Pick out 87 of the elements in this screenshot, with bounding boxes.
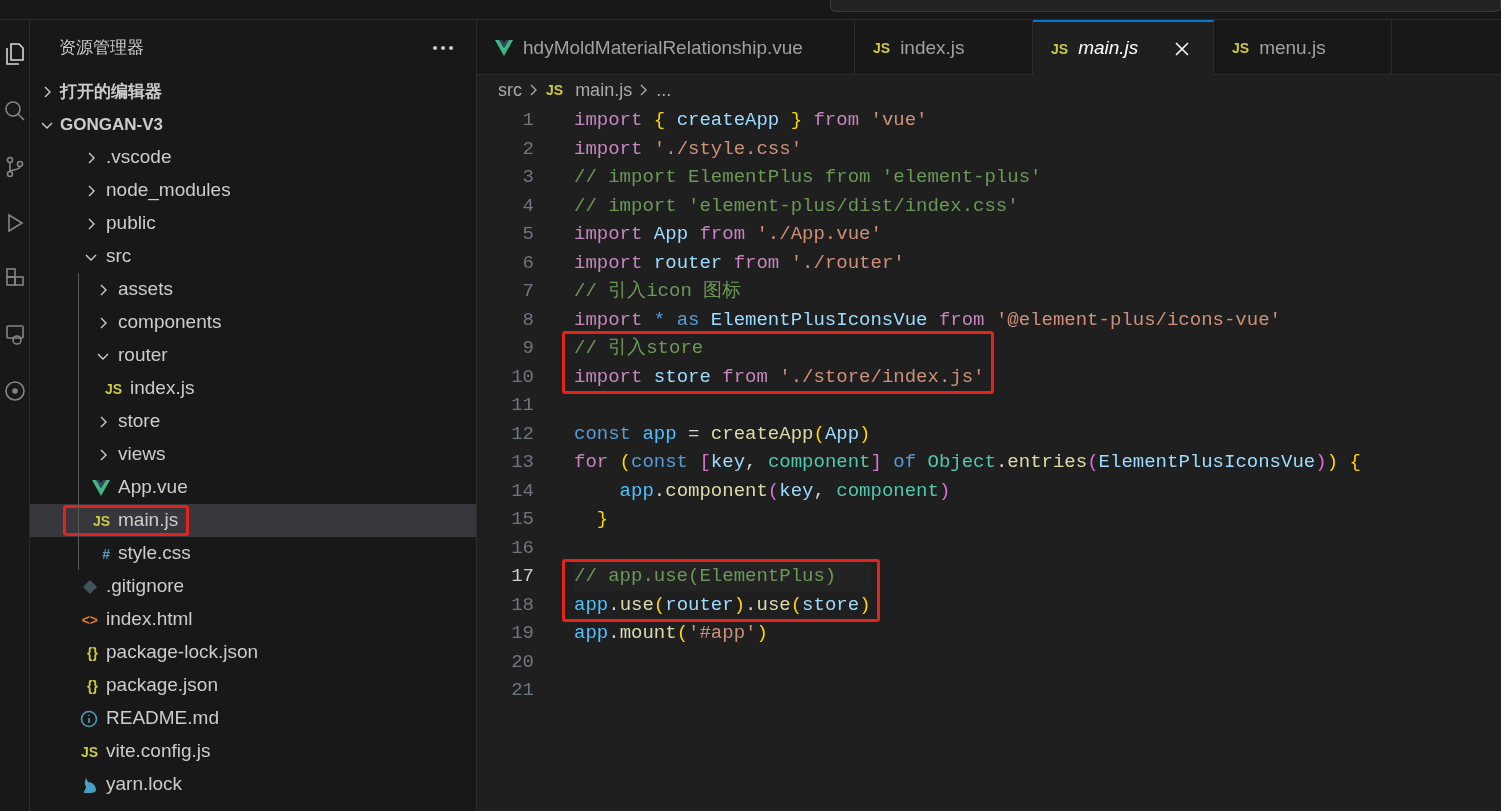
file-name[interactable]: index.html: [106, 605, 193, 634]
code-line: import router from './router': [574, 250, 906, 276]
line-number: 3: [521, 165, 535, 190]
folder-name[interactable]: components: [118, 308, 222, 337]
folder-name[interactable]: src: [106, 242, 132, 271]
folder-name[interactable]: node_modules: [106, 176, 231, 205]
code-line: const app = createApp(App): [574, 421, 872, 447]
file-name[interactable]: vite.config.js: [106, 737, 211, 766]
code-line: // import ElementPlus from 'element-plus': [574, 165, 1043, 190]
file-name[interactable]: README.md: [106, 704, 219, 733]
info-icon: [80, 709, 98, 728]
code-line: // 引入store: [574, 336, 705, 361]
js-file-icon: JS: [546, 83, 564, 97]
vue-logo-icon: [92, 479, 110, 496]
files-icon[interactable]: [4, 42, 25, 66]
section-header[interactable]: GONGAN-V3: [60, 111, 163, 138]
css-file-icon: #: [102, 546, 110, 561]
diamond-icon: [82, 578, 98, 595]
js-file-icon: JS: [92, 513, 110, 528]
line-number: 12: [510, 421, 535, 447]
folder-name[interactable]: store: [118, 407, 161, 436]
line-number: 11: [510, 393, 535, 418]
folder-name[interactable]: router: [118, 341, 168, 370]
section-header[interactable]: 打开的编辑器: [60, 78, 162, 105]
circle-icon[interactable]: [3, 380, 26, 402]
js-file-icon: JS: [80, 744, 98, 759]
editor-tab[interactable]: JS main.js: [1033, 20, 1214, 75]
file-name[interactable]: index.js: [130, 374, 195, 403]
line-number: 8: [521, 307, 535, 333]
line-number: 13: [510, 450, 535, 475]
folder-name[interactable]: public: [106, 209, 156, 238]
code-line: app.component(key, component): [618, 478, 952, 504]
line-number: 16: [510, 535, 535, 561]
js-file-icon: JS: [1232, 41, 1250, 55]
json-file-icon: {}: [87, 678, 98, 693]
sidebar-title: 资源管理器: [59, 36, 144, 59]
remote-icon[interactable]: [4, 324, 25, 346]
line-number: 21: [510, 678, 535, 703]
branch-icon[interactable]: [4, 156, 25, 178]
close-icon[interactable]: [1174, 40, 1191, 57]
js-file-icon: JS: [104, 381, 122, 396]
file-name[interactable]: package.json: [106, 671, 218, 700]
line-number: 18: [510, 592, 535, 618]
folder-name[interactable]: assets: [118, 275, 173, 304]
line-number: 20: [510, 649, 535, 675]
line-number: 2: [521, 136, 535, 162]
line-number: 9: [521, 336, 535, 361]
code-line: app.use(router).use(store): [574, 592, 871, 618]
breadcrumb-item[interactable]: src: [498, 76, 522, 104]
line-number: 6: [521, 250, 535, 276]
file-name[interactable]: style.css: [118, 539, 191, 568]
code-line: import { createApp } from 'vue': [574, 108, 929, 133]
more-icon[interactable]: [432, 44, 454, 51]
line-number: 4: [521, 193, 535, 219]
code-line: import './style.css': [574, 136, 804, 162]
line-number: 5: [521, 222, 535, 247]
command-center-field[interactable]: [830, 0, 1501, 12]
folder-name[interactable]: views: [118, 440, 166, 469]
code-line: // import 'element-plus/dist/index.css': [574, 193, 1020, 219]
line-number: 7: [521, 279, 535, 304]
code-line: import store from './store/index.js': [574, 364, 985, 390]
code-line: for (const [key, component] of Object.entries(ElementPlusIconsVue)) {: [574, 450, 1362, 475]
file-name[interactable]: .gitignore: [106, 572, 185, 601]
breadcrumb-item[interactable]: main.js: [575, 76, 633, 104]
line-number: 10: [510, 364, 535, 390]
file-name[interactable]: App.vue: [118, 473, 188, 502]
code-line: app.mount('#app'): [574, 621, 769, 646]
line-number: 15: [510, 507, 535, 532]
breadcrumb-item[interactable]: ...: [656, 76, 672, 104]
line-number: 17: [510, 564, 535, 589]
folder-name[interactable]: .vscode: [106, 143, 172, 172]
file-name[interactable]: yarn.lock: [106, 770, 183, 799]
line-number: 19: [510, 621, 535, 646]
code-line: import App from './App.vue': [574, 222, 883, 247]
js-file-icon: JS: [1051, 41, 1069, 56]
line-number: 14: [510, 478, 535, 504]
html-file-icon: <>: [81, 612, 98, 627]
file-name[interactable]: package-lock.json: [106, 638, 259, 667]
file-name[interactable]: main.js: [118, 506, 179, 535]
code-line: import * as ElementPlusIconsVue from '@element-plus/icons-vue': [574, 307, 1282, 333]
line-number: 1: [521, 108, 535, 133]
code-line: }: [595, 507, 610, 532]
vue-logo-icon: [495, 40, 513, 56]
code-line: // 引入icon 图标: [574, 279, 743, 304]
json-file-icon: {}: [87, 645, 98, 660]
js-file-icon: JS: [873, 41, 891, 55]
search-icon[interactable]: [3, 100, 26, 122]
